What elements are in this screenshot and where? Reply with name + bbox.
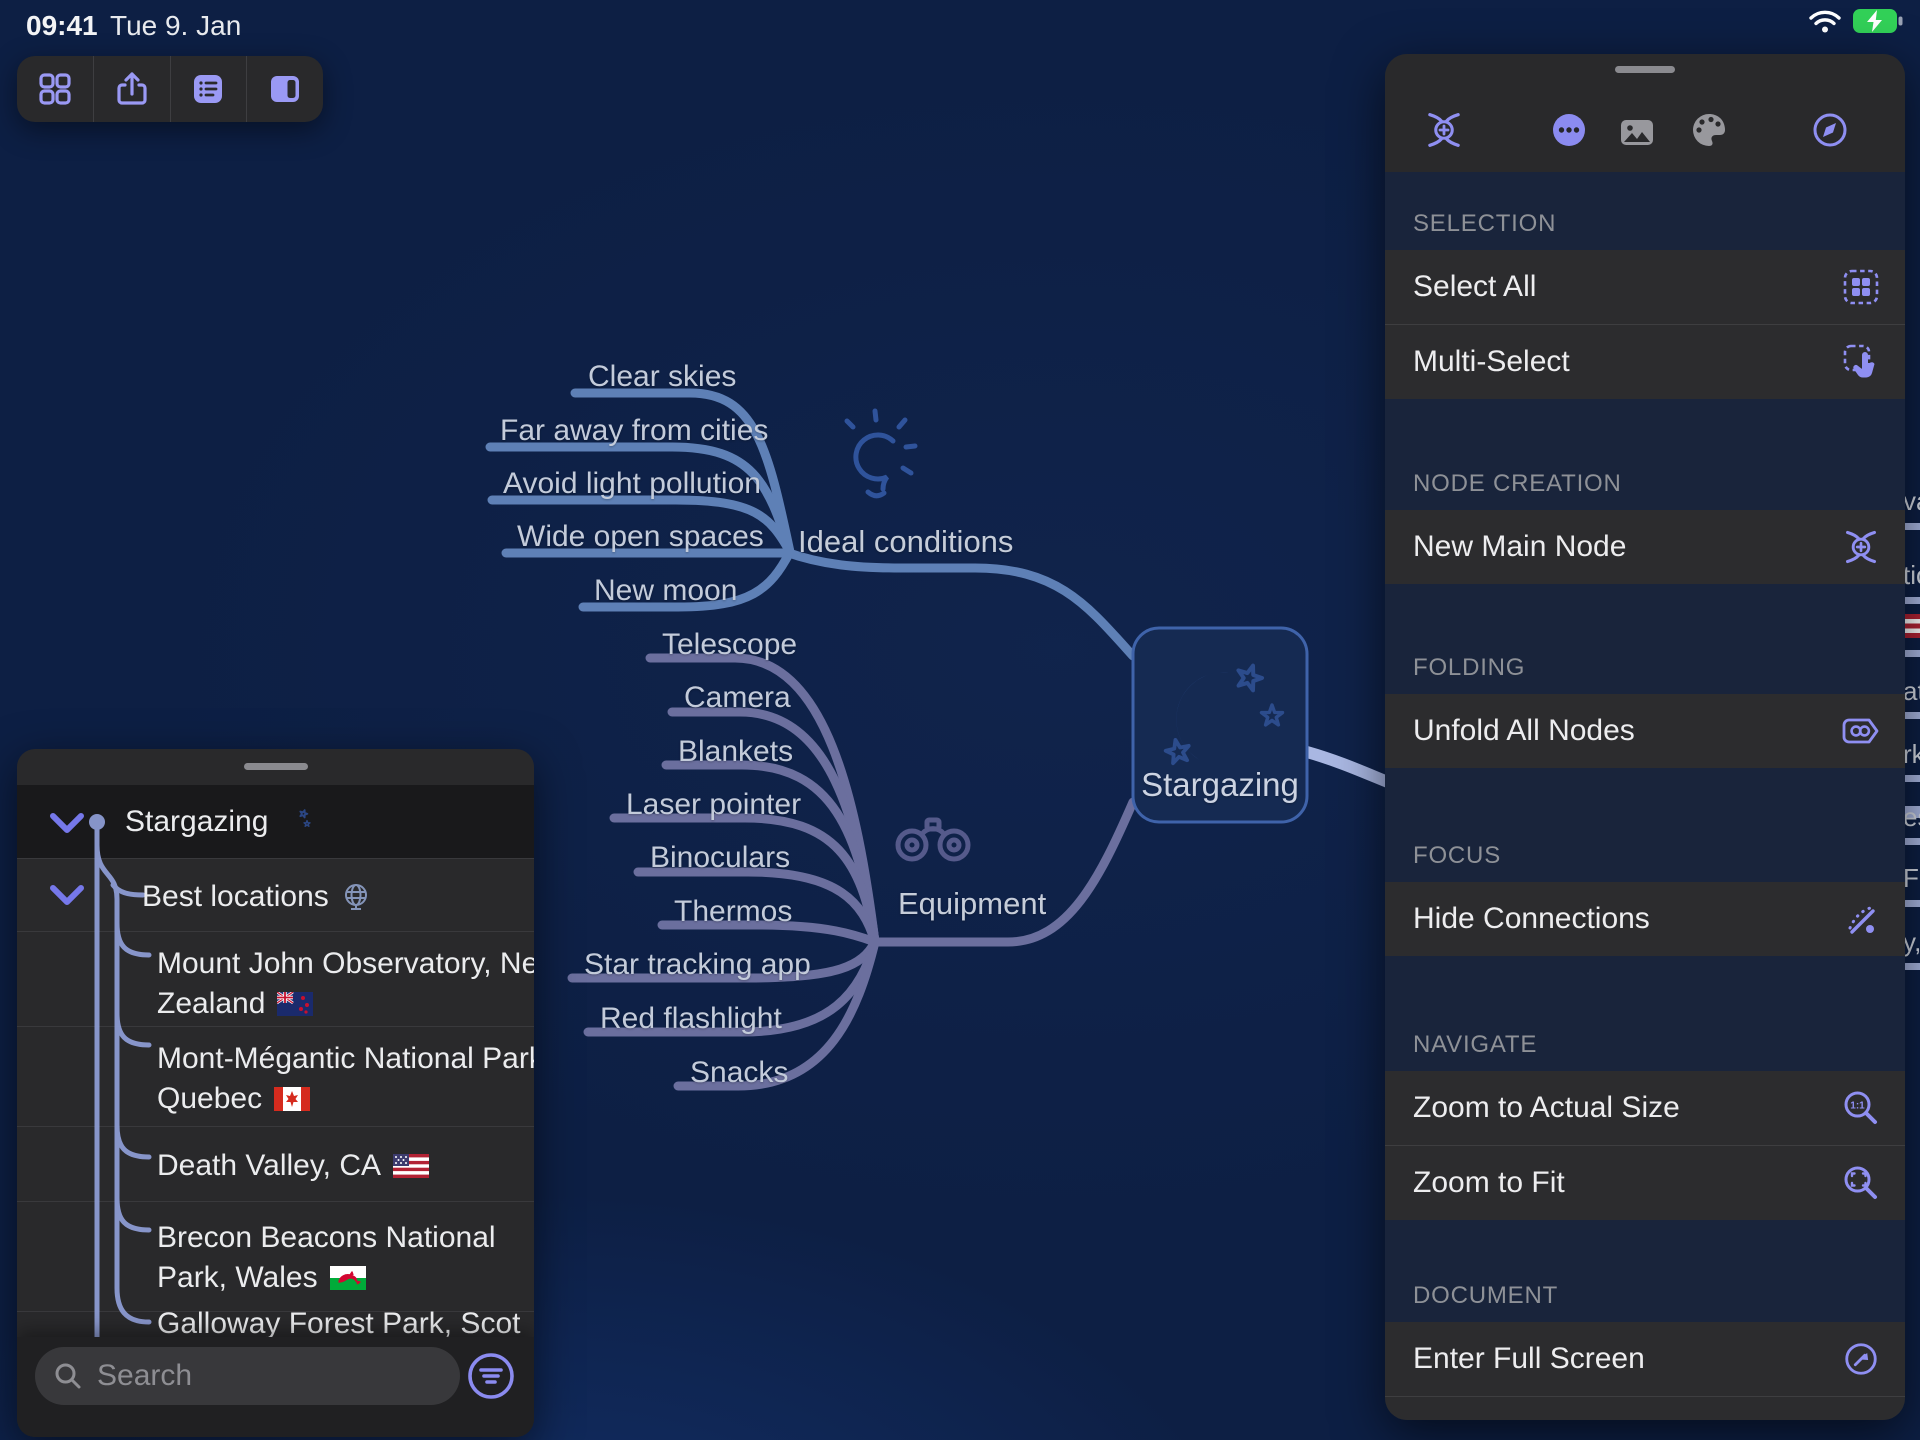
multi-select-icon: [1841, 342, 1881, 382]
map-node-label[interactable]: Camera: [684, 681, 791, 715]
menu-item-select-all[interactable]: Select All: [1385, 250, 1905, 324]
menu-item-unfold-all-nodes[interactable]: Unfold All Nodes: [1385, 694, 1905, 768]
menu-item-hide-connections[interactable]: Hide Connections: [1385, 882, 1905, 956]
map-node-label[interactable]: Snacks: [690, 1056, 788, 1090]
clipped-node-fragment: tio: [1903, 560, 1920, 590]
menu-section-header: SELECTION: [1385, 172, 1905, 250]
menu-section-header: FOCUS: [1385, 768, 1905, 882]
menu-item-zoom-actual-size[interactable]: Zoom to Actual Size 1:1: [1385, 1071, 1905, 1145]
search-input[interactable]: [95, 1358, 485, 1394]
menu-item-zoom-to-fit[interactable]: Zoom to Fit: [1385, 1145, 1905, 1220]
clipped-node-fragment: va: [1903, 486, 1920, 516]
outline-label: Mont-Mégantic National Park,: [157, 1042, 534, 1075]
clipped-node-fragment: y,: [1903, 927, 1920, 957]
panel-grabber[interactable]: [1615, 66, 1675, 73]
flag-united-states-icon: [393, 1154, 429, 1178]
flag-wales-icon: [329, 1266, 366, 1290]
menu-item-new-main-node[interactable]: New Main Node: [1385, 510, 1905, 584]
app-screen: 09:41 Tue 9. Jan Clear skies Far away fr…: [0, 0, 1920, 1440]
map-branch-label[interactable]: Equipment: [898, 886, 1046, 922]
clipped-node-fragment: es: [1903, 802, 1920, 832]
outline-label: Best locations: [142, 880, 329, 913]
map-node-label[interactable]: Blankets: [678, 735, 793, 769]
menu-tabbar: [1385, 54, 1905, 172]
map-node-label[interactable]: Wide open spaces: [517, 520, 764, 554]
map-node-label[interactable]: Binoculars: [650, 841, 790, 875]
tab-actions-selected[interactable]: [1549, 110, 1589, 150]
tab-node[interactable]: [1424, 110, 1464, 150]
share-icon: [113, 70, 151, 108]
map-node-label[interactable]: Clear skies: [588, 360, 736, 394]
sidebar-icon: [266, 70, 304, 108]
outline-label: Galloway Forest Park, Scot: [157, 1307, 521, 1340]
globe-icon: [341, 882, 371, 912]
outline-view-button[interactable]: [169, 56, 247, 122]
map-node-label[interactable]: New moon: [594, 574, 737, 608]
grid-icon: [36, 70, 74, 108]
outline-label: Zealand: [157, 987, 266, 1020]
search-icon: [53, 1361, 83, 1391]
outline-label: Mount John Observatory, New: [157, 947, 534, 980]
svg-text:1:1: 1:1: [1850, 1101, 1865, 1112]
map-node-label[interactable]: Thermos: [674, 895, 792, 929]
new-node-icon: [1841, 527, 1881, 567]
binoculars-doodle-icon: [895, 817, 971, 862]
tab-image[interactable]: [1617, 112, 1657, 152]
flag-canada-icon: [274, 1087, 311, 1111]
lightbulb-doodle-icon: [844, 408, 918, 499]
menu-item-multi-select[interactable]: Multi-Select: [1385, 324, 1905, 399]
clipped-node-fragment: F: [1903, 863, 1919, 893]
filter-button[interactable]: [462, 1347, 520, 1405]
select-all-icon: [1841, 267, 1881, 307]
map-node-label[interactable]: Avoid light pollution: [503, 467, 761, 501]
hide-connections-icon: [1841, 899, 1881, 939]
outline-label: Quebec: [157, 1082, 263, 1115]
zoom-actual-size-icon: 1:1: [1841, 1088, 1881, 1128]
outline-label: Stargazing: [125, 805, 269, 838]
map-node-label[interactable]: Red flashlight: [600, 1002, 782, 1036]
edit-toolbar: [1385, 1396, 1905, 1420]
menu-section-header: FOLDING: [1385, 584, 1905, 694]
map-node-label[interactable]: Star tracking app: [584, 948, 811, 982]
map-node-label[interactable]: Telescope: [662, 628, 797, 662]
tab-focus[interactable]: [1810, 110, 1850, 150]
clipped-flag-icon: [1903, 614, 1920, 638]
panel-grabber[interactable]: [244, 763, 308, 770]
document-toolbar: [17, 56, 323, 122]
tab-style[interactable]: [1689, 110, 1729, 150]
context-menu-panel: SELECTION Select All Multi-Select NODE C…: [1385, 54, 1905, 1420]
outline-label: Park, Wales: [157, 1261, 318, 1294]
root-node-label[interactable]: Stargazing: [1133, 766, 1307, 804]
sidebar-toggle-button[interactable]: [246, 56, 323, 122]
flag-new-zealand-icon: [277, 992, 314, 1016]
outline-list-icon: [189, 70, 227, 108]
fullscreen-icon: [1841, 1339, 1881, 1379]
search-field[interactable]: [35, 1347, 485, 1405]
chevron-down-icon[interactable]: [47, 811, 87, 835]
share-button[interactable]: [92, 56, 170, 122]
clipped-node-fragment: rk: [1903, 739, 1920, 769]
menu-section-header: DOCUMENT: [1385, 1220, 1905, 1322]
menu-item-enter-full-screen[interactable]: Enter Full Screen: [1385, 1322, 1905, 1396]
outline-label: Death Valley, CA: [157, 1149, 381, 1182]
outline-panel: Stargazing Best locations Mount John Obs…: [17, 749, 534, 1437]
zoom-fit-icon: [1841, 1163, 1881, 1203]
outline-label: Brecon Beacons National: [157, 1221, 496, 1254]
clipped-node-fragment: at: [1903, 676, 1920, 706]
moon-stars-icon: [280, 806, 312, 838]
map-branch-label[interactable]: Ideal conditions: [798, 524, 1013, 560]
map-node-label[interactable]: Laser pointer: [626, 788, 801, 822]
unfold-icon: [1841, 711, 1881, 751]
menu-section-header: NODE CREATION: [1385, 399, 1905, 510]
view-switcher-button[interactable]: [17, 56, 93, 122]
chevron-down-icon[interactable]: [47, 883, 87, 907]
menu-section-header: NAVIGATE: [1385, 956, 1905, 1071]
map-node-label[interactable]: Far away from cities: [500, 414, 768, 448]
outline-search-footer: [17, 1337, 534, 1437]
